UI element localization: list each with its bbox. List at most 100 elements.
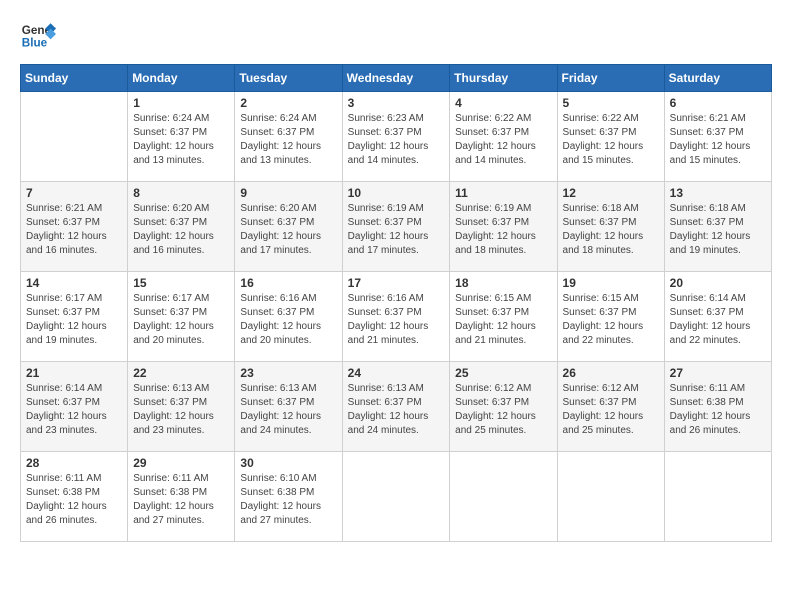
calendar-week-row: 7Sunrise: 6:21 AMSunset: 6:37 PMDaylight…: [21, 182, 772, 272]
calendar-cell: 19 Sunrise: 6:15 AMSunset: 6:37 PMDayligh…: [557, 272, 664, 362]
day-number: 22: [133, 366, 229, 380]
day-number: 24: [348, 366, 445, 380]
calendar-week-row: 28 Sunrise: 6:11 AMSunset: 6:38 PMDayligh…: [21, 452, 772, 542]
calendar-cell: 12 Sunrise: 6:18 AMSunset: 6:37 PMDayligh…: [557, 182, 664, 272]
day-info: Sunrise: 6:21 AMSunset: 6:37 PMDaylight:…: [670, 112, 766, 168]
day-info: Sunrise: 6:21 AMSunset: 6:37 PMDaylight:…: [26, 202, 122, 258]
calendar-cell: 26 Sunrise: 6:12 AMSunset: 6:37 PMDayligh…: [557, 362, 664, 452]
day-info: Sunrise: 6:11 AMSunset: 6:38 PMDaylight:…: [26, 472, 122, 528]
calendar-cell: [21, 92, 128, 182]
calendar-cell: 17 Sunrise: 6:16 AMSunset: 6:37 PMDayligh…: [342, 272, 450, 362]
day-info: Sunrise: 6:14 AMSunset: 6:37 PMDaylight:…: [26, 382, 122, 438]
calendar-body: 1 Sunrise: 6:24 AMSunset: 6:37 PMDaylight…: [21, 92, 772, 542]
calendar-cell: 24 Sunrise: 6:13 AMSunset: 6:37 PMDayligh…: [342, 362, 450, 452]
weekday-header-wednesday: Wednesday: [342, 65, 450, 92]
calendar-table: SundayMondayTuesdayWednesdayThursdayFrid…: [20, 64, 772, 542]
day-number: 12: [563, 186, 659, 200]
calendar-cell: 15Sunrise: 6:17 AMSunset: 6:37 PMDayligh…: [128, 272, 235, 362]
day-number: 21: [26, 366, 122, 380]
day-info: Sunrise: 6:11 AMSunset: 6:38 PMDaylight:…: [670, 382, 766, 438]
calendar-cell: 16Sunrise: 6:16 AMSunset: 6:37 PMDayligh…: [235, 272, 342, 362]
calendar-cell: 29 Sunrise: 6:11 AMSunset: 6:38 PMDayligh…: [128, 452, 235, 542]
calendar-cell: 6 Sunrise: 6:21 AMSunset: 6:37 PMDaylight…: [664, 92, 771, 182]
weekday-header-tuesday: Tuesday: [235, 65, 342, 92]
day-info: Sunrise: 6:18 AMSunset: 6:37 PMDaylight:…: [563, 202, 659, 258]
day-number: 19: [563, 276, 659, 290]
day-number: 5: [563, 96, 659, 110]
day-info: Sunrise: 6:11 AMSunset: 6:38 PMDaylight:…: [133, 472, 229, 528]
day-number: 16: [240, 276, 336, 290]
day-info: Sunrise: 6:20 AMSunset: 6:37 PMDaylight:…: [240, 202, 336, 258]
calendar-cell: 14Sunrise: 6:17 AMSunset: 6:37 PMDayligh…: [21, 272, 128, 362]
calendar-week-row: 1 Sunrise: 6:24 AMSunset: 6:37 PMDaylight…: [21, 92, 772, 182]
calendar-header-row: SundayMondayTuesdayWednesdayThursdayFrid…: [21, 65, 772, 92]
calendar-cell: 23 Sunrise: 6:13 AMSunset: 6:37 PMDayligh…: [235, 362, 342, 452]
calendar-cell: 10 Sunrise: 6:19 AMSunset: 6:37 PMDayligh…: [342, 182, 450, 272]
day-number: 29: [133, 456, 229, 470]
calendar-cell: [450, 452, 557, 542]
day-info: Sunrise: 6:10 AMSunset: 6:38 PMDaylight:…: [240, 472, 336, 528]
day-number: 11: [455, 186, 551, 200]
calendar-cell: 3 Sunrise: 6:23 AMSunset: 6:37 PMDaylight…: [342, 92, 450, 182]
day-number: 2: [240, 96, 336, 110]
calendar-cell: 11 Sunrise: 6:19 AMSunset: 6:37 PMDayligh…: [450, 182, 557, 272]
page-header: General Blue: [20, 16, 772, 52]
calendar-cell: 20Sunrise: 6:14 AMSunset: 6:37 PMDayligh…: [664, 272, 771, 362]
day-number: 9: [240, 186, 336, 200]
day-info: Sunrise: 6:17 AMSunset: 6:37 PMDaylight:…: [133, 292, 229, 348]
day-info: Sunrise: 6:24 AMSunset: 6:37 PMDaylight:…: [240, 112, 336, 168]
day-number: 6: [670, 96, 766, 110]
day-number: 23: [240, 366, 336, 380]
calendar-cell: 2 Sunrise: 6:24 AMSunset: 6:37 PMDaylight…: [235, 92, 342, 182]
day-number: 4: [455, 96, 551, 110]
calendar-cell: 9 Sunrise: 6:20 AMSunset: 6:37 PMDaylight…: [235, 182, 342, 272]
weekday-header-thursday: Thursday: [450, 65, 557, 92]
calendar-cell: 13 Sunrise: 6:18 AMSunset: 6:37 PMDayligh…: [664, 182, 771, 272]
calendar-cell: 8 Sunrise: 6:20 AMSunset: 6:37 PMDaylight…: [128, 182, 235, 272]
day-info: Sunrise: 6:13 AMSunset: 6:37 PMDaylight:…: [348, 382, 445, 438]
logo: General Blue: [20, 16, 56, 52]
day-number: 10: [348, 186, 445, 200]
day-number: 1: [133, 96, 229, 110]
day-number: 25: [455, 366, 551, 380]
calendar-cell: 1Sunrise: 6:24 AMSunset: 6:37 PMDaylight…: [128, 92, 235, 182]
calendar-cell: 21 Sunrise: 6:14 AMSunset: 6:37 PMDayligh…: [21, 362, 128, 452]
calendar-cell: 25Sunrise: 6:12 AMSunset: 6:37 PMDayligh…: [450, 362, 557, 452]
day-info: Sunrise: 6:23 AMSunset: 6:37 PMDaylight:…: [348, 112, 445, 168]
calendar-cell: 5 Sunrise: 6:22 AMSunset: 6:37 PMDaylight…: [557, 92, 664, 182]
day-info: Sunrise: 6:18 AMSunset: 6:37 PMDaylight:…: [670, 202, 766, 258]
day-info: Sunrise: 6:15 AMSunset: 6:37 PMDaylight:…: [455, 292, 551, 348]
calendar-cell: 22 Sunrise: 6:13 AMSunset: 6:37 PMDayligh…: [128, 362, 235, 452]
day-number: 30: [240, 456, 336, 470]
day-number: 17: [348, 276, 445, 290]
day-number: 27: [670, 366, 766, 380]
day-number: 14: [26, 276, 122, 290]
day-number: 20: [670, 276, 766, 290]
day-number: 3: [348, 96, 445, 110]
day-info: Sunrise: 6:13 AMSunset: 6:37 PMDaylight:…: [133, 382, 229, 438]
calendar-cell: 27 Sunrise: 6:11 AMSunset: 6:38 PMDayligh…: [664, 362, 771, 452]
svg-text:Blue: Blue: [22, 37, 48, 50]
day-number: 13: [670, 186, 766, 200]
calendar-week-row: 14 Sunrise: 6:17 AMSunset: 6:37 PMDayligh…: [21, 272, 772, 362]
day-info: Sunrise: 6:13 AMSunset: 6:37 PMDaylight:…: [240, 382, 336, 438]
weekday-header-friday: Friday: [557, 65, 664, 92]
day-info: Sunrise: 6:22 AMSunset: 6:37 PMDaylight:…: [563, 112, 659, 168]
calendar-cell: 4 Sunrise: 6:22 AMSunset: 6:37 PMDaylight…: [450, 92, 557, 182]
day-info: Sunrise: 6:12 AMSunset: 6:37 PMDaylight:…: [563, 382, 659, 438]
day-number: 8: [133, 186, 229, 200]
day-number: 28: [26, 456, 122, 470]
day-info: Sunrise: 6:15 AMSunset: 6:37 PMDaylight:…: [563, 292, 659, 348]
calendar-cell: [664, 452, 771, 542]
day-number: 26: [563, 366, 659, 380]
day-info: Sunrise: 6:19 AMSunset: 6:37 PMDaylight:…: [348, 202, 445, 258]
calendar-cell: 7Sunrise: 6:21 AMSunset: 6:37 PMDaylight…: [21, 182, 128, 272]
calendar-week-row: 21 Sunrise: 6:14 AMSunset: 6:37 PMDayligh…: [21, 362, 772, 452]
day-info: Sunrise: 6:20 AMSunset: 6:37 PMDaylight:…: [133, 202, 229, 258]
calendar-cell: 30 Sunrise: 6:10 AMSunset: 6:38 PMDayligh…: [235, 452, 342, 542]
day-info: Sunrise: 6:16 AMSunset: 6:37 PMDaylight:…: [348, 292, 445, 348]
day-info: Sunrise: 6:19 AMSunset: 6:37 PMDaylight:…: [455, 202, 551, 258]
calendar-cell: 28 Sunrise: 6:11 AMSunset: 6:38 PMDayligh…: [21, 452, 128, 542]
day-info: Sunrise: 6:22 AMSunset: 6:37 PMDaylight:…: [455, 112, 551, 168]
calendar-cell: 18Sunrise: 6:15 AMSunset: 6:37 PMDayligh…: [450, 272, 557, 362]
